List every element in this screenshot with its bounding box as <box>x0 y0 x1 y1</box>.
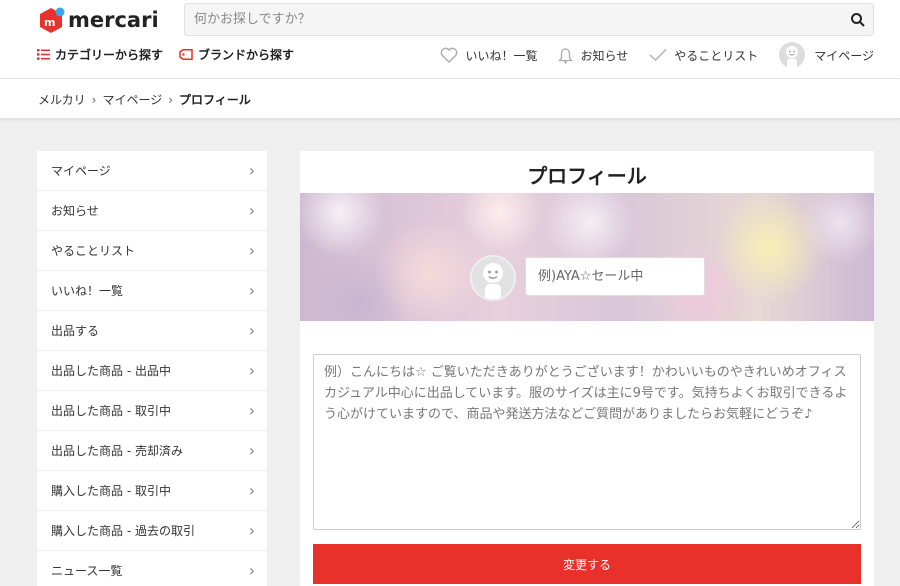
nickname-input[interactable] <box>525 257 705 296</box>
sidebar-item-label: 購入した商品 - 過去の取引 <box>51 524 195 538</box>
svg-text:m: m <box>44 16 55 29</box>
sidebar-item-label: マイページ <box>51 164 111 178</box>
chevron-right-icon: › <box>248 241 255 260</box>
brand-search-label: ブランドから探す <box>198 48 295 62</box>
avatar <box>779 42 806 68</box>
list-icon <box>37 49 50 60</box>
sidebar-item-purchased-trading[interactable]: 購入した商品 - 取引中 › <box>37 471 267 511</box>
profile-panel: プロフィール 変更する <box>300 151 874 586</box>
chevron-right-icon: › <box>248 161 255 180</box>
header: m mercari カテゴリーから探す ブランドから探す <box>0 0 900 79</box>
sidebar-item-label: 出品する <box>51 324 100 338</box>
nav-left: カテゴリーから探す ブランドから探す <box>37 46 310 63</box>
page-title: プロフィール <box>527 164 647 188</box>
likes-link[interactable]: いいね！一覧 <box>440 47 537 64</box>
category-search-link[interactable]: カテゴリーから探す <box>37 46 163 63</box>
mercari-logo-icon: m <box>40 7 65 33</box>
notifications-label: お知らせ <box>580 48 629 63</box>
mercari-logo[interactable]: m mercari <box>38 6 159 34</box>
tag-icon <box>179 49 193 60</box>
sidebar-item-listed-sold[interactable]: 出品した商品 - 売却済み › <box>37 431 267 471</box>
sidebar-item-listed-selling[interactable]: 出品した商品 - 出品中 › <box>37 351 267 391</box>
sidebar-item-purchased-past[interactable]: 購入した商品 - 過去の取引 › <box>37 511 267 551</box>
chevron-right-icon: › <box>248 481 255 500</box>
sidebar-item-likes[interactable]: いいね！一覧 › <box>37 271 267 311</box>
brand-search-link[interactable]: ブランドから探す <box>179 46 294 63</box>
sidebar-item-label: 出品した商品 - 売却済み <box>51 444 183 458</box>
breadcrumb: メルカリ › マイページ › プロフィール <box>38 91 251 108</box>
notifications-link[interactable]: お知らせ <box>558 47 628 64</box>
sidebar-item-todo[interactable]: やることリスト › <box>37 231 267 271</box>
chevron-right-icon: › <box>248 361 255 380</box>
check-icon <box>649 48 667 62</box>
sidebar-item-label: お知らせ <box>51 204 99 218</box>
bio-textarea[interactable] <box>313 354 861 530</box>
sidebar-item-label: 出品した商品 - 取引中 <box>51 404 171 418</box>
logo-wordmark: mercari <box>68 8 159 32</box>
category-search-label: カテゴリーから探す <box>55 48 164 62</box>
breadcrumb-bar: メルカリ › マイページ › プロフィール <box>0 79 900 119</box>
chevron-right-icon: › <box>168 92 174 107</box>
sidebar-item-label: 購入した商品 - 取引中 <box>51 484 171 498</box>
breadcrumb-home[interactable]: メルカリ <box>38 91 86 108</box>
heart-icon <box>441 47 458 63</box>
bell-icon <box>558 47 574 64</box>
search-icon[interactable] <box>849 11 867 29</box>
todo-label: やることリスト <box>674 48 759 63</box>
sidebar-item-label: いいね！一覧 <box>51 284 124 298</box>
sidebar-item-label: ニュース一覧 <box>51 564 123 578</box>
chevron-right-icon: › <box>248 281 255 300</box>
chevron-right-icon: › <box>248 201 255 220</box>
search-bar <box>184 3 874 36</box>
todo-link[interactable]: やることリスト <box>649 47 758 64</box>
sidebar-item-label: 出品した商品 - 出品中 <box>51 364 171 378</box>
mypage-label: マイページ <box>814 48 874 63</box>
search-input[interactable] <box>185 4 825 35</box>
chevron-right-icon: › <box>248 561 255 580</box>
likes-label: いいね！一覧 <box>465 48 538 63</box>
nav-right: いいね！一覧 お知らせ やることリスト マイページ <box>419 42 874 68</box>
chevron-right-icon: › <box>91 92 97 107</box>
breadcrumb-mypage[interactable]: マイページ <box>102 91 162 108</box>
sidebar-item-mypage[interactable]: マイページ › <box>37 151 267 191</box>
chevron-right-icon: › <box>248 321 255 340</box>
save-button[interactable]: 変更する <box>313 544 861 584</box>
chevron-right-icon: › <box>248 401 255 420</box>
chevron-right-icon: › <box>248 521 255 540</box>
sidebar: マイページ › お知らせ › やることリスト › いいね！一覧 › 出品する › 出品した… <box>37 151 267 586</box>
sidebar-item-label: やることリスト <box>51 244 136 258</box>
sidebar-item-notifications[interactable]: お知らせ › <box>37 191 267 231</box>
sidebar-item-news[interactable]: ニュース一覧 › <box>37 551 267 586</box>
sidebar-item-listed-trading[interactable]: 出品した商品 - 取引中 › <box>37 391 267 431</box>
profile-cover-image <box>300 193 874 321</box>
breadcrumb-current: プロフィール <box>179 93 251 107</box>
chevron-right-icon: › <box>248 441 255 460</box>
sidebar-item-sell[interactable]: 出品する › <box>37 311 267 351</box>
profile-avatar[interactable] <box>470 255 516 301</box>
mypage-link[interactable]: マイページ <box>779 42 874 68</box>
